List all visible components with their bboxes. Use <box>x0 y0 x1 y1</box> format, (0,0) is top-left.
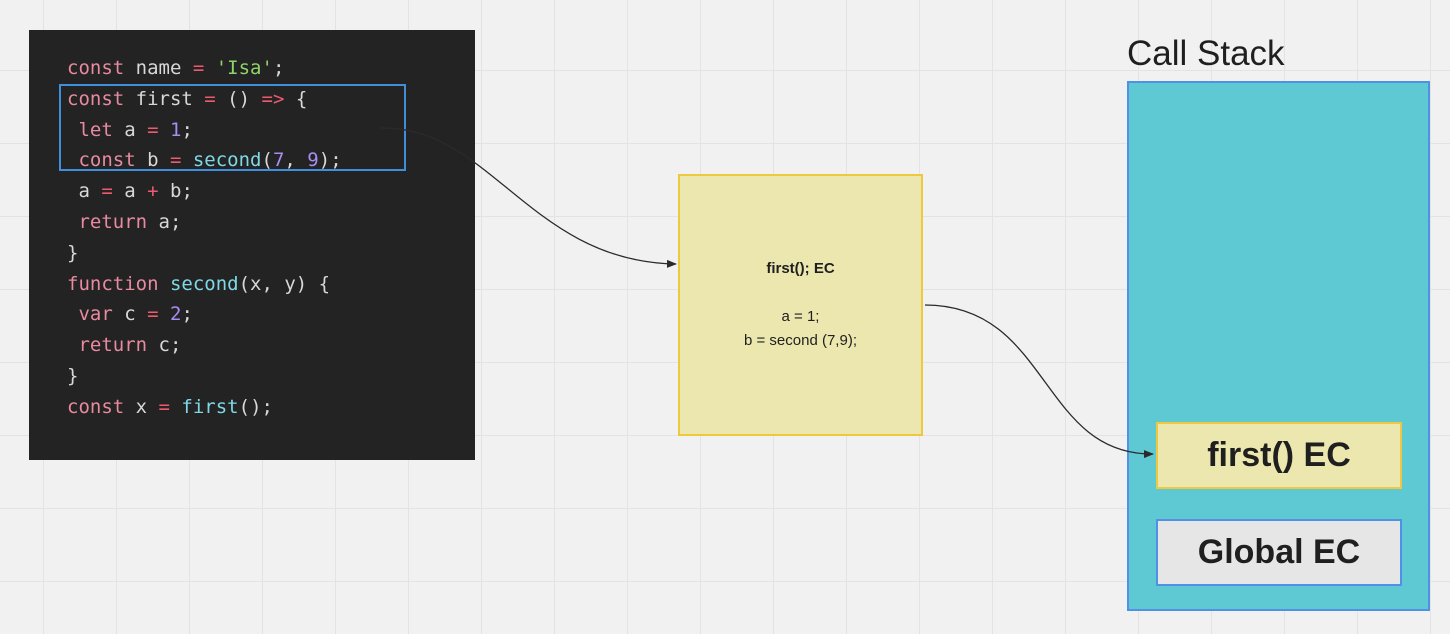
code-token: c <box>112 303 148 326</box>
code-token: = <box>147 303 159 326</box>
code-token: second <box>181 149 262 172</box>
code-token: let <box>67 118 113 141</box>
code-token: ( <box>261 149 273 172</box>
stack-frame-global-ec[interactable]: Global EC <box>1156 519 1402 586</box>
code-token: , <box>284 149 308 172</box>
call-stack-container[interactable]: first() EC Global EC <box>1127 81 1430 611</box>
code-token: const <box>67 149 136 172</box>
code-token: 1 <box>158 118 182 141</box>
code-editor-panel: const name = 'Isa'; const first = () => {… <box>29 30 475 460</box>
code-token: = <box>101 180 113 203</box>
code-token: ; <box>181 303 193 326</box>
code-token: { <box>284 87 308 110</box>
code-token: b <box>135 149 170 172</box>
code-token: (x, y) { <box>238 272 331 295</box>
code-token: a <box>67 180 102 203</box>
code-token: = <box>192 57 205 79</box>
ec-note-line-a: a = 1; <box>781 308 820 325</box>
code-token: ; <box>272 57 285 79</box>
code-token: ; <box>181 118 193 141</box>
ec-note-title: first(); EC <box>766 260 835 277</box>
code-token: ); <box>318 149 342 172</box>
code-token: (); <box>238 395 273 418</box>
code-line: a = a + b; <box>67 176 342 207</box>
code-lines: const name = 'Isa'; const first = () => {… <box>67 53 342 423</box>
code-token: 2 <box>158 303 182 326</box>
code-token: c <box>147 334 170 357</box>
code-token: a <box>147 210 170 233</box>
code-line: const name = 'Isa'; <box>67 53 342 84</box>
code-token: = <box>169 149 182 172</box>
code-line: let a = 1; <box>67 115 342 146</box>
code-token: a <box>112 118 148 141</box>
code-token: + <box>147 180 159 203</box>
code-token: ; <box>169 210 182 233</box>
code-token: first <box>169 395 239 418</box>
stack-frame-first-ec[interactable]: first() EC <box>1156 422 1402 489</box>
code-token: } <box>67 364 79 387</box>
code-token: ; <box>181 180 193 203</box>
code-token: function <box>67 272 159 295</box>
code-line: return c; <box>67 330 342 361</box>
code-line: function second(x, y) { <box>67 269 342 300</box>
code-token: = <box>147 118 159 141</box>
code-token: name <box>124 57 193 79</box>
code-token: second <box>158 272 239 295</box>
code-token: const <box>67 87 125 110</box>
code-token: ; <box>169 334 182 357</box>
arrow-note-to-stack <box>924 304 1154 459</box>
code-token: b <box>158 180 182 203</box>
code-token: () <box>215 87 262 110</box>
code-token: a <box>112 180 148 203</box>
call-stack-title: Call Stack <box>1127 34 1285 73</box>
code-token: return <box>67 210 148 233</box>
code-token: = <box>158 395 170 418</box>
code-token: var <box>67 303 113 326</box>
code-token: = <box>204 87 216 110</box>
first-ec-note[interactable]: first(); EC a = 1; b = second (7,9); <box>678 174 923 436</box>
code-line: var c = 2; <box>67 299 342 330</box>
code-line: const x = first(); <box>67 392 342 423</box>
code-token: const <box>67 395 125 418</box>
code-token: x <box>124 395 159 418</box>
code-token: return <box>67 334 148 357</box>
code-token: 7 <box>272 149 285 172</box>
code-token: const <box>67 57 125 79</box>
code-token: 'Isa' <box>204 57 273 79</box>
ec-note-line-b: b = second (7,9); <box>744 332 857 349</box>
code-token: => <box>261 87 285 110</box>
code-token: 9 <box>307 149 319 172</box>
code-line: } <box>67 361 342 392</box>
code-token: } <box>67 241 79 264</box>
code-line: const b = second(7, 9); <box>67 145 342 176</box>
code-line: } <box>67 238 342 269</box>
code-line: const first = () => { <box>67 84 342 115</box>
code-token: first <box>124 87 205 110</box>
code-line: return a; <box>67 207 342 238</box>
